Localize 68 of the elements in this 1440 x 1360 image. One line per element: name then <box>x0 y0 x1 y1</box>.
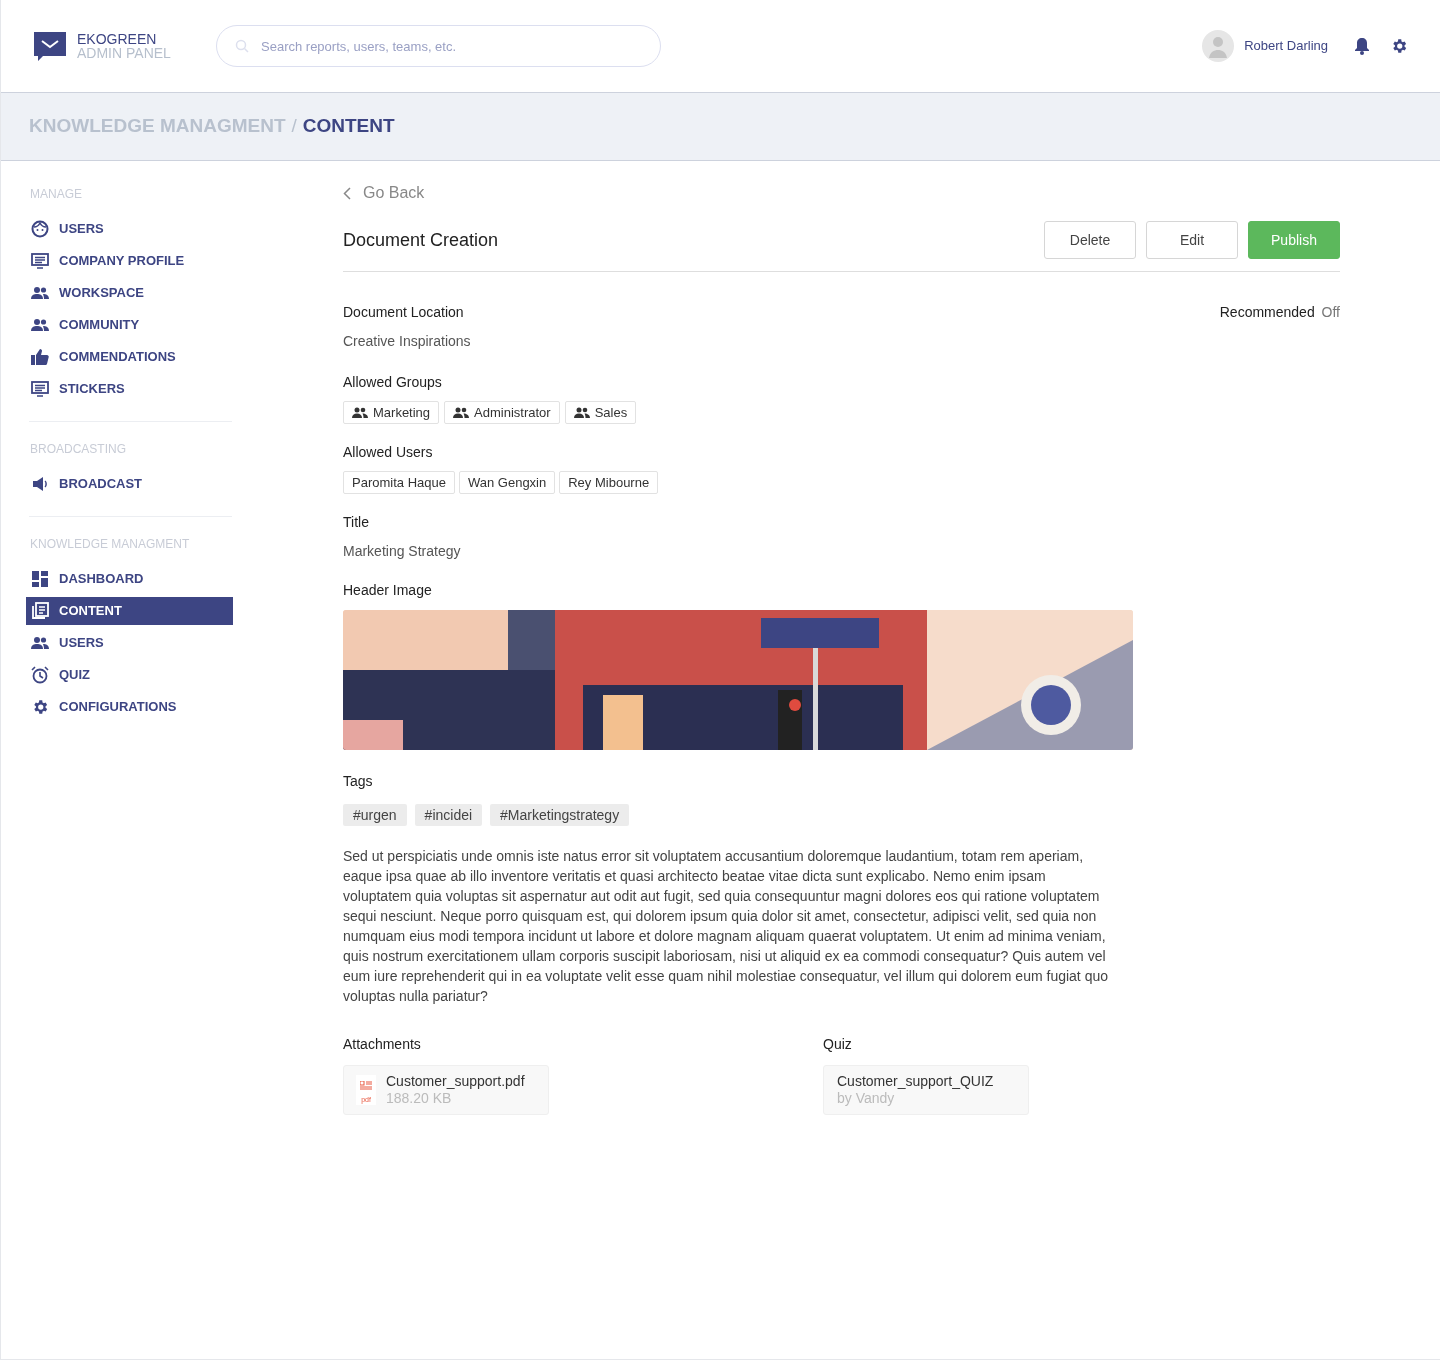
file-size: 188.20 KB <box>386 1090 453 1107</box>
action-button[interactable]: Delete <box>1044 221 1136 259</box>
search-field[interactable]: Search reports, users, teams, etc. <box>216 25 661 67</box>
group-chip: Administrator <box>444 401 560 424</box>
sidebar-item[interactable]: COMMENDATIONS <box>26 343 233 371</box>
field-label: Header Image <box>343 581 433 600</box>
speaker-icon <box>31 475 49 493</box>
recommended-label: Recommended <box>1219 304 1315 320</box>
description-text: Sed ut perspiciatis unde omnis iste natus error sit voluptatem accusantium doloremque laudantium, totam rem aperiam, eaque ipsa quae ab illo inventore veritatis et quasi architecto beatae vitae dicta sunt explicabo. Nemo enim ipsam voluptatem quia voluptas sit aspernatur aut odit aut fugit, sed quia consequuntur magni dolores eos qui ratione voluptatem sequi nesciunt. Neque porro quisquam est, qui dolorem ipsum quia dolor sit amet, consectetur, adipisci velit, sed quia non numquam eius modi tempora incidunt ut labore et dolore magnam aliquam quaerat voluptatem. Ut enim ad minima veniam, quis nostrum exercitationem ullam corporis suscipit laboriosam, nisi ut aliquid ex ea commodi consequatur? Quis autem vel eum iure reprehenderit qui in ea voluptate velit esse quam nihil molestiae consequatur, vel illum qui dolorem eum fugiat quo voluptas nulla pariatur? <box>343 847 1109 1006</box>
sidebar-item[interactable]: BROADCAST <box>26 470 233 498</box>
sidebar-item[interactable]: STICKERS <box>26 375 233 403</box>
search-icon <box>235 39 249 53</box>
group-chip: Sales <box>564 401 637 424</box>
file-name: Customer_support.pdf <box>386 1073 525 1090</box>
logo-icon <box>33 29 67 63</box>
field-label: Allowed Users <box>343 443 434 462</box>
action-button[interactable]: Edit <box>1146 221 1238 259</box>
people-icon <box>453 407 470 418</box>
sidebar-item[interactable]: COMMUNITY <box>26 311 233 339</box>
quiz-card[interactable]: Customer_support_QUIZ by Vandy <box>823 1065 1029 1115</box>
bell-icon[interactable] <box>1354 37 1370 55</box>
chevron-left-icon[interactable] <box>343 186 351 200</box>
quiz-name: Customer_support_QUIZ <box>837 1073 995 1090</box>
face-icon <box>31 220 49 238</box>
sidebar-item[interactable]: CONTENT <box>26 597 233 625</box>
people-icon <box>31 634 49 652</box>
people-icon <box>573 407 590 418</box>
tag: #Marketingstrategy <box>490 804 630 826</box>
sidebar-item[interactable]: QUIZ <box>26 661 233 689</box>
group-chip: Marketing <box>343 401 440 424</box>
brand-name: EKOGREEN <box>77 32 158 46</box>
sidebar-item[interactable]: USERS <box>26 215 233 243</box>
alarm-clock-icon <box>31 666 49 684</box>
documents-icon <box>31 602 49 620</box>
field-label: Tags <box>343 772 374 791</box>
user-name[interactable]: Robert Darling <box>1244 36 1328 56</box>
tag: #urgen <box>343 804 407 826</box>
sidebar-item[interactable]: COMPANY PROFILE <box>26 247 233 275</box>
field-label: Allowed Groups <box>343 373 443 392</box>
thumbs-up-icon <box>31 348 49 366</box>
grid-icon <box>31 570 49 588</box>
monitor-icon <box>31 252 49 270</box>
sidebar-item[interactable]: DASHBOARD <box>26 565 233 593</box>
field-value: Creative Inspirations <box>343 332 472 351</box>
page-title: Document Creation <box>343 228 500 252</box>
field-label: Title <box>343 513 370 532</box>
sidebar-item[interactable]: USERS <box>26 629 233 657</box>
avatar-icon <box>1202 30 1235 62</box>
user-chip: Paromita Haque <box>343 471 455 494</box>
breadcrumb-separator: / <box>291 114 297 139</box>
field-label: Attachments <box>343 1035 422 1054</box>
quiz-author: by Vandy <box>837 1090 896 1107</box>
breadcrumb-current: CONTENT <box>302 114 395 139</box>
sidebar-item[interactable]: CONFIGURATIONS <box>26 693 233 721</box>
field-label: Quiz <box>823 1035 853 1054</box>
monitor-icon <box>31 380 49 398</box>
people-icon <box>31 284 49 302</box>
user-chip: Wan Gengxin <box>458 471 556 494</box>
field-label: Document Location <box>343 303 465 322</box>
people-icon <box>352 407 368 418</box>
recommended-value[interactable]: Off <box>1321 304 1340 320</box>
tag: #incidei <box>414 804 483 826</box>
user-chip: Rey Mibourne <box>559 471 659 494</box>
people-icon <box>31 316 49 334</box>
sidebar-item[interactable]: WORKSPACE <box>26 279 233 307</box>
brand-subtitle: ADMIN PANEL <box>77 46 171 60</box>
field-value: Marketing Strategy <box>343 542 462 561</box>
go-back-link[interactable]: Go Back <box>363 181 425 205</box>
